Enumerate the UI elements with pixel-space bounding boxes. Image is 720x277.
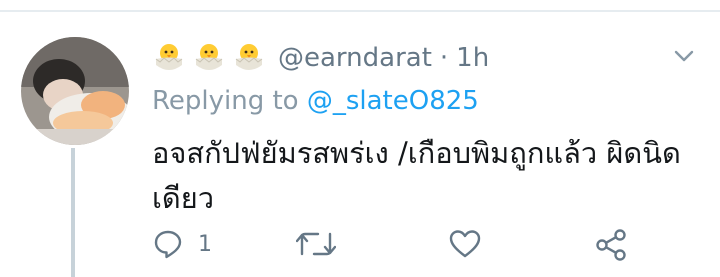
heart-icon [449, 230, 481, 258]
avatar-photo [21, 37, 129, 145]
author-handle[interactable]: @earndarat [278, 43, 432, 73]
tweet-text: อจสกัปฟ่ยัมรสพร่เง /เกือบพิมถูกแล้ว ผิดน… [152, 136, 681, 215]
replying-to-line: Replying to @_slateO825 [152, 86, 479, 116]
reply-button[interactable]: 1 [152, 228, 212, 260]
replying-to-mention[interactable]: @_slateO825 [307, 86, 479, 116]
chevron-down-icon[interactable] [672, 44, 696, 68]
retweet-button[interactable] [296, 228, 336, 260]
hatching-chick-icon [195, 44, 223, 70]
like-button[interactable] [448, 228, 482, 260]
thread-connector-line [71, 148, 75, 277]
share-button[interactable] [594, 228, 628, 262]
reply-count: 1 [198, 231, 212, 257]
tweet-timestamp[interactable]: 1h [456, 43, 489, 73]
hatching-chick-icon [235, 44, 263, 70]
top-divider [0, 0, 720, 12]
header-separator: · [439, 43, 449, 73]
retweet-icon [296, 232, 336, 256]
replying-to-label: Replying to [152, 86, 307, 116]
tweet-actions: 1 [152, 228, 652, 272]
share-icon [596, 229, 626, 261]
avatar[interactable] [21, 37, 129, 145]
tweet-header: @earndarat · 1h [152, 38, 700, 78]
display-name-emojis [152, 41, 266, 75]
reply-icon [154, 230, 182, 259]
hatching-chick-icon [155, 44, 183, 70]
